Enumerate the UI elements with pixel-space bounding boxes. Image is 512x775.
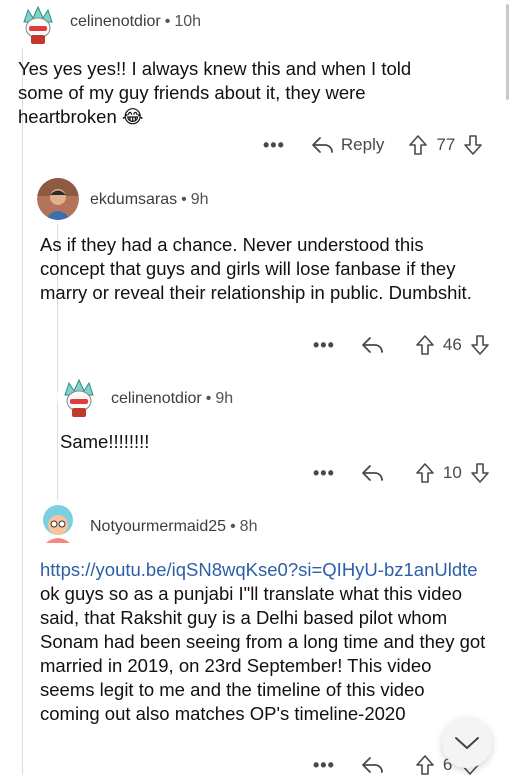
- comment-actions: ••• 46: [313, 332, 490, 358]
- comment-meta: celinenotdior • 9h: [111, 390, 233, 408]
- separator: •: [230, 518, 236, 535]
- comment-meta: Notyourmermaid25 • 8h: [90, 518, 257, 536]
- comment-body: As if they had a chance. Never understoo…: [40, 233, 480, 305]
- reply-arrow-icon: [311, 135, 341, 155]
- vote-controls: 10: [415, 462, 490, 484]
- reply-button[interactable]: Reply: [311, 135, 384, 155]
- reply-label: Reply: [340, 135, 385, 154]
- downvote-icon[interactable]: [470, 462, 490, 484]
- comment-text: Yes yes yes!! I always knew this and whe…: [18, 58, 412, 127]
- avatar[interactable]: [16, 2, 60, 46]
- vote-controls: 77: [408, 134, 483, 156]
- separator: •: [205, 390, 212, 407]
- scroll-down-button[interactable]: [442, 718, 492, 768]
- reply-button[interactable]: [361, 335, 391, 355]
- separator: •: [181, 191, 187, 208]
- username[interactable]: celinenotdior: [70, 13, 161, 30]
- comment-actions: ••• 10: [313, 460, 490, 486]
- comment-meta: ekdumsaras • 9h: [90, 191, 209, 209]
- more-options-button[interactable]: •••: [313, 463, 335, 484]
- avatar[interactable]: [36, 503, 80, 547]
- comment-text: ok guys so as a punjabi I"ll translate w…: [40, 583, 486, 724]
- vote-count: 10: [442, 463, 462, 482]
- thread-line-1[interactable]: [22, 48, 23, 775]
- comment-actions: ••• Reply 77: [263, 132, 483, 158]
- avatar[interactable]: [57, 375, 101, 419]
- username[interactable]: celinenotdior: [111, 390, 202, 407]
- vote-count: 77: [436, 135, 456, 154]
- more-options-button[interactable]: •••: [313, 335, 335, 356]
- comment-text: As if they had a chance. Never understoo…: [40, 234, 472, 303]
- username[interactable]: Notyourmermaid25: [90, 518, 226, 535]
- comment-body: https://youtu.be/iqSN8wqKse0?si=QIHyU-bz…: [40, 558, 487, 726]
- username[interactable]: ekdumsaras: [90, 191, 177, 208]
- youtube-link[interactable]: https://youtu.be/iqSN8wqKse0?si=QIHyU-bz…: [40, 559, 478, 580]
- scrollbar[interactable]: [506, 4, 509, 100]
- upvote-icon[interactable]: [415, 334, 435, 356]
- chevron-down-icon: [454, 735, 480, 751]
- timestamp: 10h: [174, 13, 202, 30]
- comment-text: Same!!!!!!!!: [60, 431, 150, 452]
- separator: •: [164, 13, 171, 30]
- avatar[interactable]: [37, 178, 79, 220]
- reply-button[interactable]: [361, 755, 391, 775]
- vote-count: 46: [442, 335, 462, 354]
- upvote-icon[interactable]: [415, 754, 435, 775]
- laughing-emoji-icon: 😂: [121, 106, 144, 127]
- timestamp: 9h: [215, 390, 234, 407]
- reply-arrow-icon: [361, 463, 391, 483]
- reply-arrow-icon: [361, 335, 391, 355]
- reply-arrow-icon: [361, 755, 391, 775]
- vote-controls: 46: [415, 334, 490, 356]
- timestamp: 8h: [239, 518, 258, 535]
- reply-button[interactable]: [361, 463, 391, 483]
- comment-body: Yes yes yes!! I always knew this and whe…: [18, 57, 458, 129]
- more-options-button[interactable]: •••: [313, 755, 335, 775]
- comment-meta: celinenotdior • 10h: [70, 13, 201, 31]
- upvote-icon[interactable]: [415, 462, 435, 484]
- downvote-icon[interactable]: [470, 334, 490, 356]
- upvote-icon[interactable]: [408, 134, 428, 156]
- comment-body: Same!!!!!!!!: [60, 430, 460, 454]
- more-options-button[interactable]: •••: [263, 135, 285, 156]
- timestamp: 9h: [190, 191, 209, 208]
- downvote-icon[interactable]: [463, 134, 483, 156]
